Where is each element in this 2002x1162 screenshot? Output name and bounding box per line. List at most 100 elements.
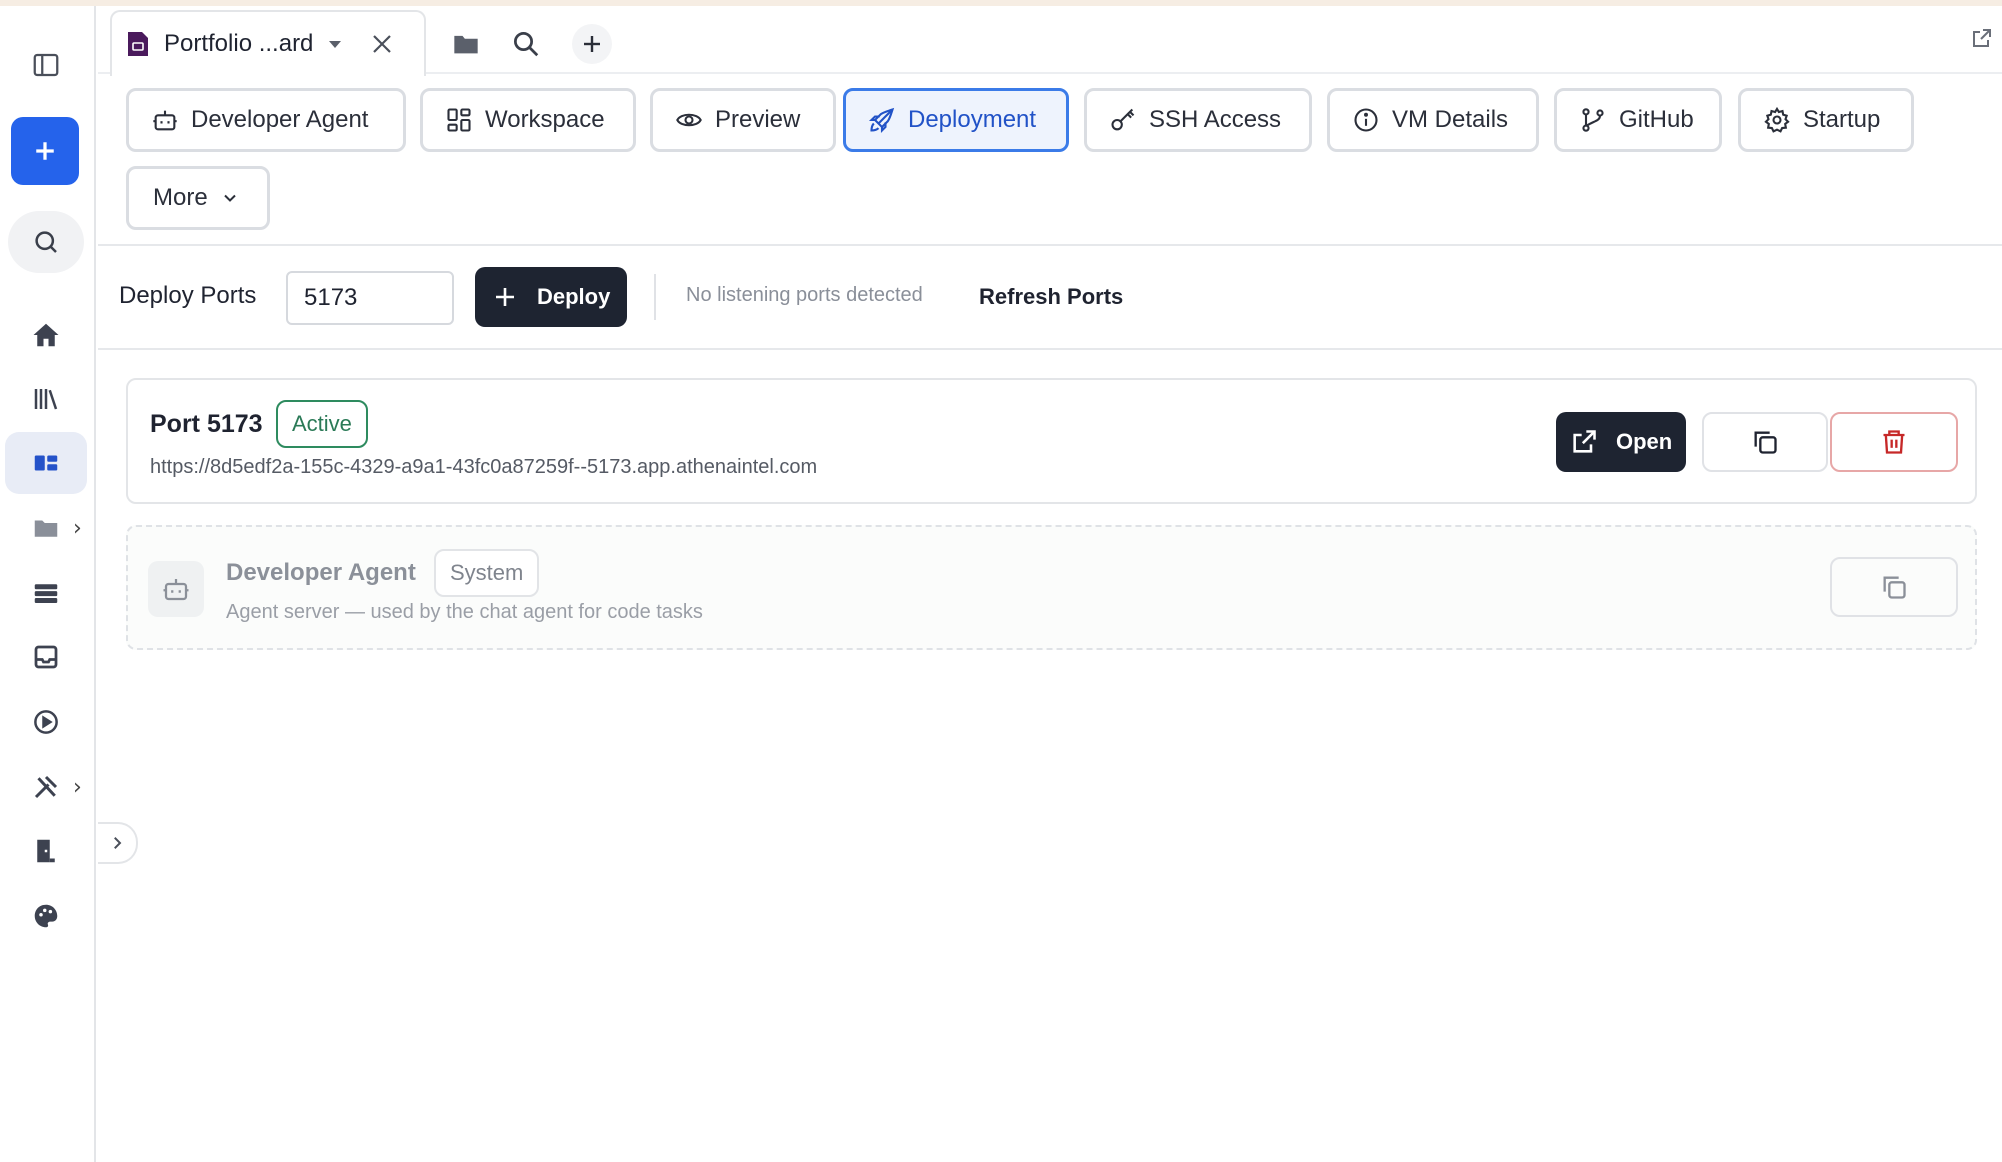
chevron-right-icon (114, 837, 122, 849)
tab-title: Portfolio ...ard (164, 30, 314, 57)
tab-label: GitHub (1619, 106, 1694, 133)
sidebar-panel-icon (33, 53, 59, 77)
tab-label: Workspace (485, 106, 605, 133)
port-url[interactable]: https://8d5edf2a-155c-4329-a9a1-43fc0a87… (150, 456, 817, 479)
close-icon[interactable] (371, 33, 393, 55)
document-icon (128, 32, 148, 56)
tab-label: Startup (1803, 106, 1881, 133)
open-folder-button[interactable] (446, 24, 486, 64)
tab-label: More (153, 184, 208, 211)
new-button[interactable] (11, 117, 79, 185)
toggle-sidebar-button[interactable] (5, 34, 87, 96)
chevron-right-icon: › (73, 774, 82, 800)
dashboard-icon (34, 455, 58, 471)
play-circle-icon (34, 710, 58, 734)
sidebar-item-dashboard[interactable] (5, 432, 87, 494)
delete-port-button[interactable] (1830, 412, 1958, 472)
search-icon (514, 32, 539, 57)
tab-label: Deployment (908, 106, 1037, 133)
plus-icon (496, 288, 514, 306)
tab-label: Preview (715, 106, 801, 133)
door-icon (37, 839, 55, 863)
port-input[interactable] (286, 271, 454, 325)
refresh-ports-link[interactable]: Refresh Ports (979, 284, 1123, 310)
open-button[interactable]: Open (1556, 412, 1686, 472)
external-link-icon[interactable] (1970, 26, 1994, 50)
external-link-icon (1573, 430, 1596, 453)
key-icon (1111, 108, 1135, 131)
tab-startup[interactable]: Startup (1738, 88, 1914, 152)
folder-icon (454, 35, 478, 54)
expand-panel-button[interactable] (98, 822, 138, 864)
sidebar: › › (0, 6, 96, 1162)
sidebar-item-database[interactable] (5, 562, 87, 624)
open-button-label: Open (1616, 429, 1673, 454)
deploy-button-label: Deploy (537, 284, 611, 309)
agent-title: Developer Agent (226, 559, 416, 586)
sidebar-item-folders[interactable]: › (5, 497, 87, 559)
tab-search-button[interactable] (506, 24, 546, 64)
separator (654, 274, 656, 320)
document-tab[interactable]: Portfolio ...ard (110, 10, 426, 76)
deploy-button[interactable]: Deploy (475, 267, 627, 327)
robot-icon (153, 110, 177, 131)
tab-github[interactable]: GitHub (1554, 88, 1722, 152)
deploy-ports-label: Deploy Ports (119, 282, 257, 309)
grid-icon (447, 108, 471, 132)
chevron-right-icon: › (73, 515, 82, 541)
tab-ssh-access[interactable]: SSH Access (1084, 88, 1312, 152)
tab-developer-agent[interactable]: Developer Agent (126, 88, 406, 152)
sidebar-item-library[interactable] (5, 368, 87, 430)
trash-icon (1883, 430, 1905, 454)
copy-icon (1754, 431, 1777, 454)
agent-description: Agent server — used by the chat agent fo… (226, 601, 703, 623)
robot-icon (163, 579, 189, 601)
copy-agent-url-button[interactable] (1830, 557, 1958, 617)
tab-label: Developer Agent (191, 106, 369, 133)
eye-icon (676, 113, 702, 127)
home-icon (33, 323, 59, 347)
tab-deployment[interactable]: Deployment (843, 88, 1069, 152)
sidebar-item-inbox[interactable] (5, 626, 87, 688)
tab-label: VM Details (1392, 106, 1509, 133)
divider (98, 244, 2002, 246)
palette-icon (34, 904, 58, 928)
more-dropdown[interactable]: More (126, 166, 270, 230)
agent-avatar (148, 561, 204, 617)
library-icon (34, 389, 58, 410)
tab-strip: Portfolio ...ard (98, 6, 2002, 76)
sidebar-search-button[interactable] (8, 211, 84, 273)
plus-icon (36, 142, 54, 160)
sidebar-item-exit[interactable] (5, 820, 87, 882)
developer-agent-card: Developer Agent System Agent server — us… (126, 525, 1977, 650)
status-badge: Active (276, 400, 368, 448)
port-card: Port 5173 Active https://8d5edf2a-155c-4… (126, 378, 1977, 504)
rocket-icon (868, 107, 895, 134)
sidebar-item-home[interactable] (5, 304, 87, 366)
sidebar-item-play[interactable] (5, 691, 87, 753)
info-icon (1354, 108, 1378, 132)
system-badge: System (434, 549, 540, 597)
tab-label: SSH Access (1149, 106, 1282, 133)
database-icon (34, 584, 58, 603)
git-branch-icon (1582, 108, 1604, 132)
copy-url-button[interactable] (1702, 412, 1828, 472)
tools-icon (34, 775, 58, 799)
copy-icon (1883, 576, 1906, 599)
folder-icon (34, 520, 58, 537)
new-tab-button[interactable] (572, 24, 612, 64)
tab-workspace[interactable]: Workspace (420, 88, 636, 152)
sidebar-item-theme[interactable] (5, 885, 87, 947)
tab-vm-details[interactable]: VM Details (1327, 88, 1539, 152)
tab-preview[interactable]: Preview (650, 88, 836, 152)
plus-icon (584, 36, 600, 52)
gear-icon (1764, 106, 1790, 133)
port-title: Port 5173 (150, 410, 263, 438)
caret-down-icon[interactable] (327, 38, 343, 50)
divider (98, 348, 2002, 350)
ports-status: No listening ports detected (686, 284, 923, 306)
search-icon (35, 231, 57, 253)
sidebar-item-tools[interactable]: › (5, 756, 87, 818)
inbox-icon (34, 645, 58, 669)
chevron-down-icon (223, 194, 236, 202)
